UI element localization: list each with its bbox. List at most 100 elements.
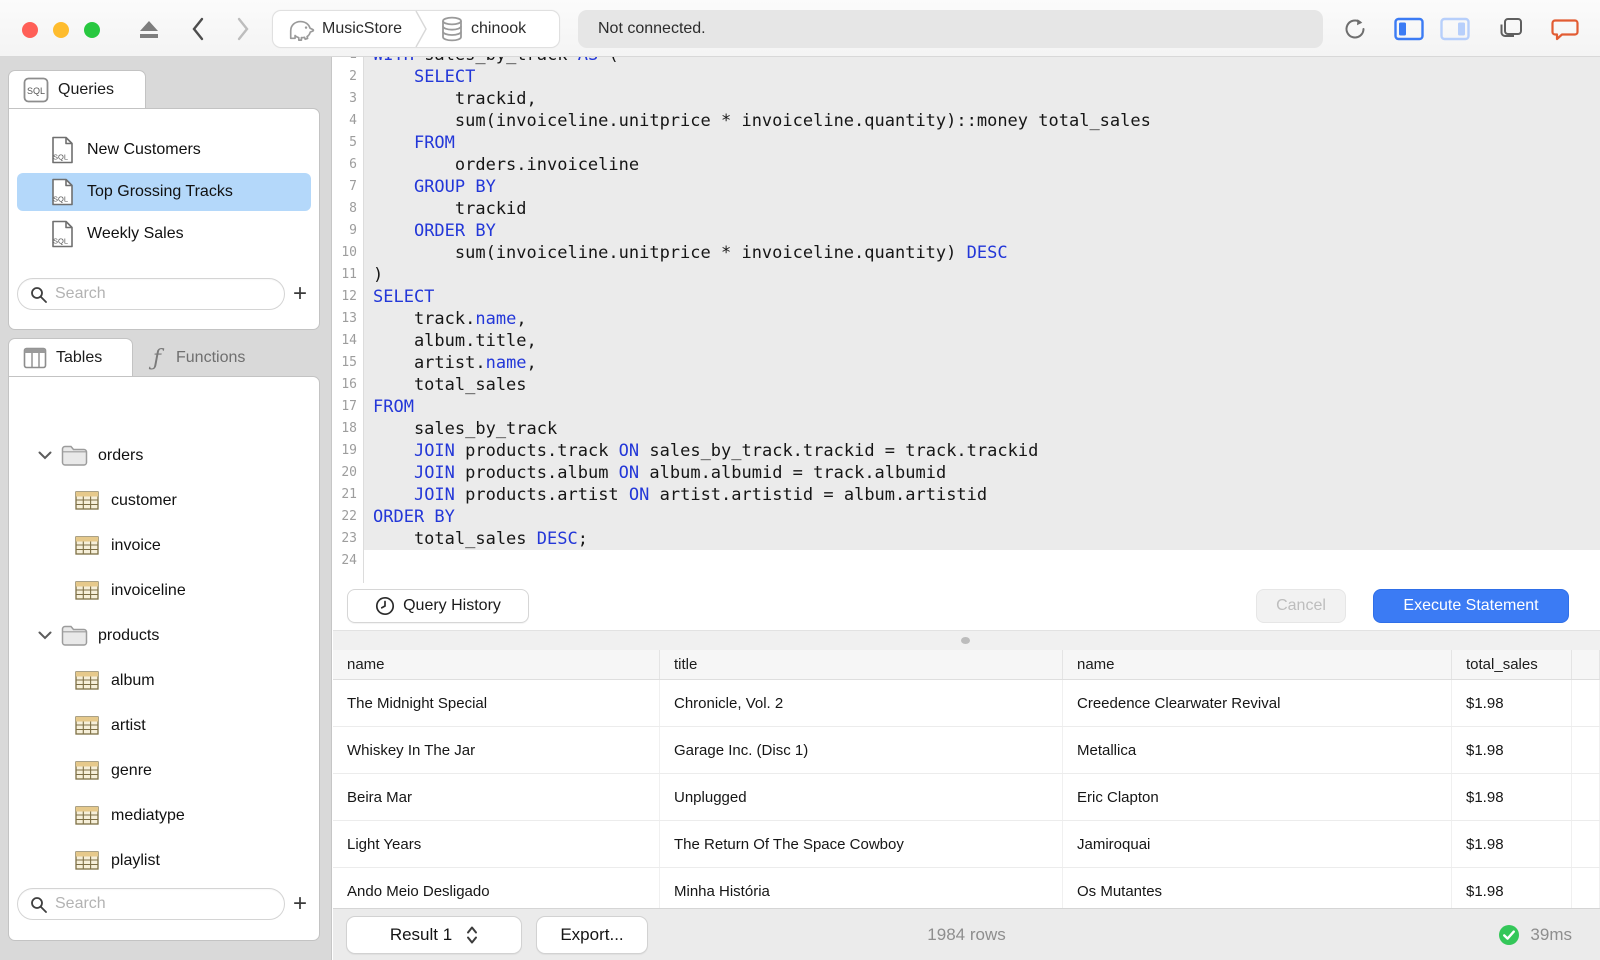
code-line[interactable]: trackid, [373, 88, 1600, 110]
minimize-window-button[interactable] [53, 22, 69, 38]
code-line[interactable]: ORDER BY [373, 506, 1600, 528]
code-line[interactable]: orders.invoiceline [373, 154, 1600, 176]
queries-search-input[interactable]: Search [17, 278, 285, 310]
code-line[interactable]: total_sales [373, 374, 1600, 396]
results-cell[interactable]: Garage Inc. (Disc 1) [660, 727, 1063, 773]
results-cell[interactable] [1572, 727, 1600, 773]
results-cell[interactable]: $1.98 [1452, 727, 1572, 773]
code-line[interactable]: ORDER BY [373, 220, 1600, 242]
success-check-icon [1499, 925, 1520, 945]
code-line[interactable]: FROM [373, 132, 1600, 154]
tables-search-input[interactable]: Search [17, 888, 285, 920]
code-line[interactable]: sales_by_track [373, 418, 1600, 440]
sql-editor[interactable]: 1 WITH sales_by_track AS (2 SELECT 3 track… [333, 57, 1600, 583]
code-line[interactable]: trackid [373, 198, 1600, 220]
code-line[interactable]: JOIN products.artist ON artist.artistid … [373, 484, 1600, 506]
code-line[interactable]: SELECT [373, 286, 1600, 308]
results-cell[interactable] [1572, 821, 1600, 867]
table-row-item[interactable]: album [15, 658, 313, 703]
query-list: SQL New Customers SQL Top Grossing Track… [15, 127, 313, 257]
code-line[interactable]: sum(invoiceline.unitprice * invoiceline.… [373, 110, 1600, 132]
line-number: 6 [349, 157, 357, 172]
folder-icon [61, 625, 88, 646]
breadcrumb-database[interactable]: chinook [428, 11, 538, 47]
code-line[interactable]: FROM [373, 396, 1600, 418]
results-cell[interactable]: Unplugged [660, 774, 1063, 820]
results-column-header[interactable]: total_sales [1452, 650, 1572, 679]
results-column-header[interactable]: name [333, 650, 660, 679]
results-cell[interactable]: $1.98 [1452, 821, 1572, 867]
results-cell[interactable]: Chronicle, Vol. 2 [660, 680, 1063, 726]
code-line[interactable]: artist.name, [373, 352, 1600, 374]
results-splitter[interactable] [333, 630, 1600, 650]
code-line[interactable]: track.name, [373, 308, 1600, 330]
table-row-item[interactable]: customer [15, 478, 313, 523]
results-cell[interactable]: $1.98 [1452, 774, 1572, 820]
table-row-item[interactable]: playlist [15, 838, 313, 883]
table-row-item[interactable]: genre [15, 748, 313, 793]
code-line[interactable] [373, 550, 1600, 572]
add-table-button[interactable]: + [285, 889, 315, 919]
tab-tables[interactable]: Tables [8, 338, 133, 377]
results-column-header[interactable]: name [1063, 650, 1452, 679]
cancel-button[interactable]: Cancel [1256, 589, 1346, 623]
table-row-item[interactable]: invoiceline [15, 568, 313, 613]
table-row-item[interactable]: mediatype [15, 793, 313, 838]
results-cell[interactable]: Whiskey In The Jar [333, 727, 660, 773]
toggle-right-sidebar-button[interactable] [1440, 14, 1470, 44]
code-line[interactable]: WITH sales_by_track AS ( [373, 57, 1600, 66]
code-line[interactable]: sum(invoiceline.unitprice * invoiceline.… [373, 242, 1600, 264]
query-history-button[interactable]: Query History [347, 589, 529, 623]
tab-functions[interactable]: ƒ Functions [133, 338, 283, 377]
results-cell[interactable]: The Midnight Special [333, 680, 660, 726]
results-cell[interactable]: Light Years [333, 821, 660, 867]
close-window-button[interactable] [22, 22, 38, 38]
schema-folder-row[interactable]: orders [15, 433, 313, 478]
code-line[interactable]: JOIN products.track ON sales_by_track.tr… [373, 440, 1600, 462]
table-item-label: mediatype [111, 806, 185, 824]
query-list-item[interactable]: SQL New Customers [17, 131, 311, 169]
code-line[interactable]: album.title, [373, 330, 1600, 352]
tab-queries[interactable]: SQL Queries [8, 70, 146, 109]
folder-icon [61, 445, 88, 466]
breadcrumb-server[interactable]: MusicStore [273, 11, 414, 47]
toggle-left-sidebar-button[interactable] [1394, 14, 1424, 44]
results-cell[interactable]: Creedence Clearwater Revival [1063, 680, 1452, 726]
back-button[interactable] [183, 14, 213, 44]
table-icon [75, 806, 99, 825]
add-query-button[interactable]: + [285, 279, 315, 309]
new-window-button[interactable] [1496, 14, 1526, 44]
table-icon [75, 491, 99, 510]
results-row: Beira Mar Unplugged Eric Clapton $1.98 [333, 774, 1600, 821]
code-line[interactable]: SELECT [373, 66, 1600, 88]
code-line[interactable]: ) [373, 264, 1600, 286]
row-count: 1984 rows [927, 925, 1006, 944]
results-cell[interactable] [1572, 680, 1600, 726]
query-list-item[interactable]: SQL Weekly Sales [17, 215, 311, 253]
results-column-header[interactable]: title [660, 650, 1063, 679]
query-list-item[interactable]: SQL Top Grossing Tracks [17, 173, 311, 211]
zoom-window-button[interactable] [84, 22, 100, 38]
disconnect-eject-button[interactable] [134, 14, 164, 44]
forward-button[interactable] [228, 14, 258, 44]
execute-statement-button[interactable]: Execute Statement [1373, 589, 1569, 623]
table-row-item[interactable]: artist [15, 703, 313, 748]
feedback-button[interactable] [1550, 14, 1580, 44]
chat-bubble-icon [1551, 19, 1579, 41]
results-column-header[interactable] [1572, 650, 1600, 679]
code-line[interactable]: total_sales DESC; [373, 528, 1600, 550]
results-cell[interactable]: Eric Clapton [1063, 774, 1452, 820]
table-row-item[interactable]: invoice [15, 523, 313, 568]
results-cell[interactable]: Beira Mar [333, 774, 660, 820]
schema-folder-row[interactable]: products [15, 613, 313, 658]
results-cell[interactable]: Jamiroquai [1063, 821, 1452, 867]
code-line[interactable]: GROUP BY [373, 176, 1600, 198]
results-cell[interactable]: Metallica [1063, 727, 1452, 773]
editor-action-row: Query History Cancel Execute Statement [333, 583, 1600, 630]
line-number: 4 [349, 113, 357, 128]
reload-button[interactable] [1340, 14, 1370, 44]
code-line[interactable]: JOIN products.album ON album.albumid = t… [373, 462, 1600, 484]
results-cell[interactable] [1572, 774, 1600, 820]
results-cell[interactable]: The Return Of The Space Cowboy [660, 821, 1063, 867]
results-cell[interactable]: $1.98 [1452, 680, 1572, 726]
